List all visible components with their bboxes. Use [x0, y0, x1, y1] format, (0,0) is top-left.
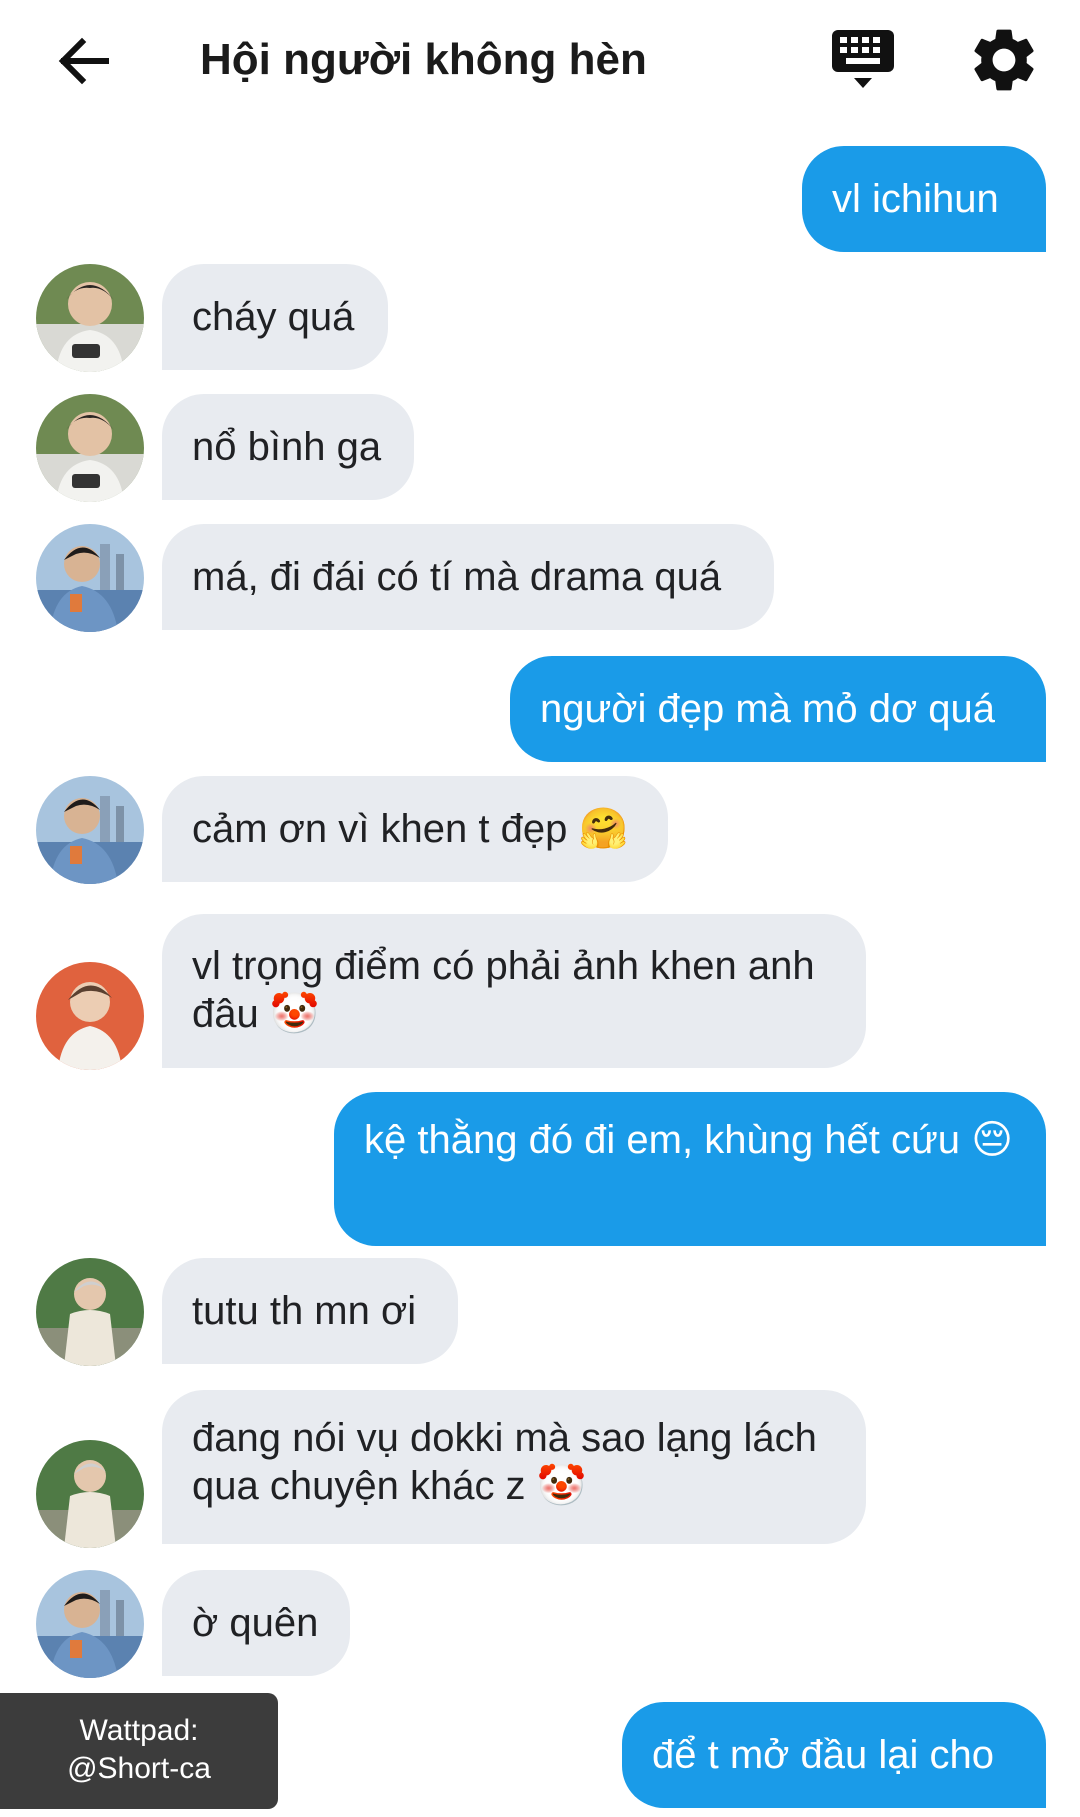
chat-messages[interactable]: vl ichihun cháy quá nổ bình ga má, đi đá [0, 122, 1080, 1817]
keyboard-button[interactable] [828, 22, 898, 98]
avatar-d [36, 1440, 144, 1548]
message-text: cảm ơn vì khen t đẹp [192, 807, 568, 851]
message-text: tutu th mn ơi [192, 1289, 417, 1333]
avatar[interactable] [36, 1258, 144, 1366]
back-button[interactable] [50, 26, 120, 96]
message-text: vl ichihun [832, 177, 999, 221]
avatar[interactable] [36, 524, 144, 632]
avatar-b [36, 1570, 144, 1678]
message-text: ờ quên [192, 1601, 319, 1645]
pensive-face-emoji: 😔 [971, 1117, 1013, 1163]
gear-icon [974, 29, 1034, 91]
avatar-d [36, 1258, 144, 1366]
message-text: má, đi đái có tí mà drama quá [192, 555, 722, 599]
outgoing-message[interactable]: để t mở đầu lại cho [622, 1702, 1046, 1808]
outgoing-message[interactable]: kệ thằng đó đi em, khùng hết cứu 😔 [334, 1092, 1046, 1246]
keyboard-icon [832, 30, 894, 88]
message-text: kệ thằng đó đi em, khùng hết cứu [364, 1118, 961, 1162]
incoming-message[interactable]: má, đi đái có tí mà drama quá [162, 524, 774, 630]
watermark-line-1: Wattpad: [79, 1714, 199, 1747]
message-text: nổ bình ga [192, 425, 382, 469]
incoming-message[interactable]: cháy quá [162, 264, 388, 370]
outgoing-message[interactable]: người đẹp mà mỏ dơ quá [510, 656, 1046, 762]
avatar-a [36, 264, 144, 372]
message-text: đang nói vụ dokki mà sao lạng lách qua c… [192, 1416, 817, 1508]
avatar[interactable] [36, 1440, 144, 1548]
avatar[interactable] [36, 1570, 144, 1678]
avatar-b [36, 524, 144, 632]
incoming-message[interactable]: vl trọng điểm có phải ảnh khen anh đâu 🤡 [162, 914, 866, 1068]
avatar[interactable] [36, 776, 144, 884]
clown-face-emoji: 🤡 [536, 1463, 587, 1509]
settings-button[interactable] [966, 22, 1042, 98]
hugging-face-emoji: 🤗 [578, 806, 629, 852]
outgoing-message[interactable]: vl ichihun [802, 146, 1046, 252]
arrow-left-icon [58, 37, 109, 85]
watermark-line-2: @Short-ca [67, 1752, 211, 1785]
top-bar: Hội người không hèn [0, 0, 1080, 122]
message-text: cháy quá [192, 295, 355, 339]
incoming-message[interactable]: nổ bình ga [162, 394, 414, 500]
incoming-message[interactable]: tutu th mn ơi [162, 1258, 458, 1364]
avatar-c [36, 962, 144, 1070]
clown-face-emoji: 🤡 [269, 991, 320, 1037]
incoming-message[interactable]: ờ quên [162, 1570, 350, 1676]
wattpad-watermark: Wattpad: @Short-ca [0, 1693, 278, 1809]
avatar[interactable] [36, 962, 144, 1070]
avatar[interactable] [36, 394, 144, 502]
avatar-a [36, 394, 144, 502]
message-text: người đẹp mà mỏ dơ quá [540, 687, 996, 731]
message-text: để t mở đầu lại cho [652, 1733, 994, 1777]
incoming-message[interactable]: cảm ơn vì khen t đẹp 🤗 [162, 776, 668, 882]
incoming-message[interactable]: đang nói vụ dokki mà sao lạng lách qua c… [162, 1390, 866, 1544]
avatar[interactable] [36, 264, 144, 372]
avatar-b [36, 776, 144, 884]
chat-title: Hội người không hèn [200, 35, 647, 84]
